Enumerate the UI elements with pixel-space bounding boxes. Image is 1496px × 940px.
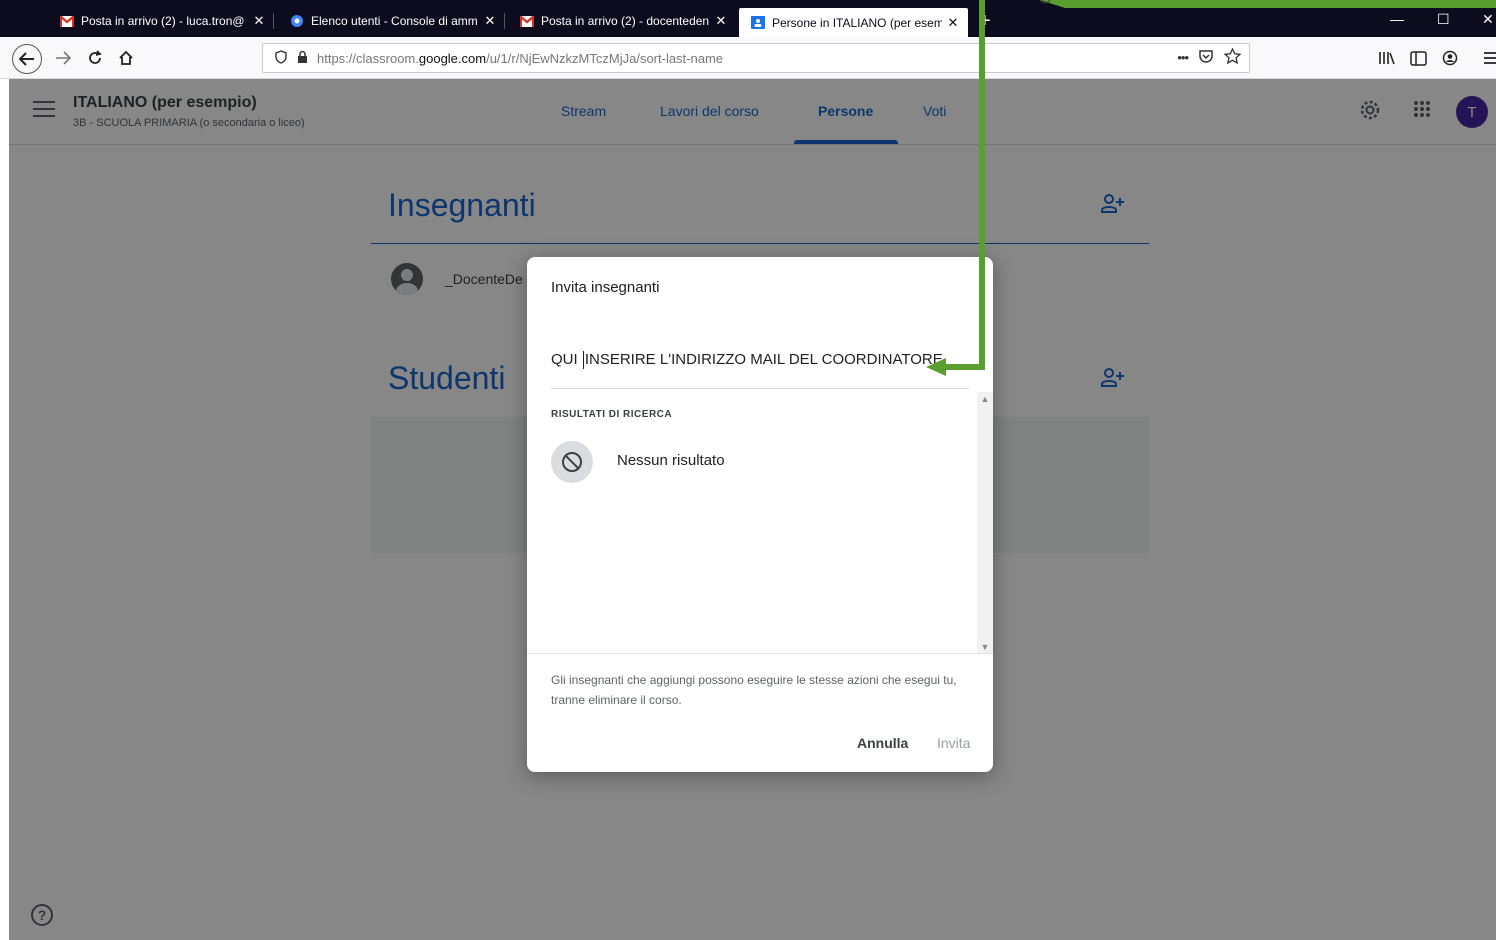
- no-result-icon: [551, 441, 593, 483]
- minimize-icon[interactable]: —: [1390, 8, 1404, 30]
- browser-tab-classroom-active[interactable]: Persone in ITALIANO (per esem ✕: [739, 8, 968, 37]
- results-scrollbar[interactable]: ▲ ▼: [977, 392, 993, 654]
- cancel-button[interactable]: Annulla: [857, 735, 908, 751]
- arrow-left-icon: [19, 52, 34, 66]
- email-search-input[interactable]: QUI INSERIRE L'INDIRIZZO MAIL DEL COORDI…: [551, 337, 969, 389]
- maximize-icon[interactable]: ☐: [1437, 8, 1450, 30]
- scroll-up-icon[interactable]: ▲: [977, 392, 993, 406]
- browser-tab-bar: Posta in arrivo (2) - luca.tron@ ✕ Elenc…: [0, 0, 1496, 37]
- close-icon[interactable]: ✕: [946, 15, 960, 31]
- dialog-divider: [527, 653, 993, 654]
- invite-teachers-dialog: Invita insegnanti QUI INSERIRE L'INDIRIZ…: [527, 257, 993, 772]
- menu-icon[interactable]: [1478, 45, 1496, 71]
- invite-button[interactable]: Invita: [937, 735, 970, 751]
- browser-tab-gmail-1[interactable]: Posta in arrivo (2) - luca.tron@ ✕: [48, 8, 274, 34]
- home-button[interactable]: [113, 45, 139, 71]
- reload-button[interactable]: [82, 45, 108, 71]
- browser-tab-gmail-2[interactable]: Posta in arrivo (2) - docenteden ✕: [508, 8, 736, 34]
- screen: Posta in arrivo (2) - luca.tron@ ✕ Elenc…: [0, 0, 1496, 940]
- search-results-label: RISULTATI DI RICERCA: [551, 409, 673, 420]
- lock-icon[interactable]: [293, 50, 311, 66]
- shield-icon[interactable]: [269, 49, 293, 67]
- sidebar-icon[interactable]: [1405, 45, 1431, 71]
- account-icon[interactable]: [1437, 45, 1463, 71]
- close-icon[interactable]: ✕: [483, 13, 497, 29]
- classroom-icon: [751, 16, 765, 30]
- close-icon[interactable]: ✕: [714, 13, 728, 29]
- page-actions-icon[interactable]: •••: [1177, 48, 1189, 68]
- back-button[interactable]: [12, 44, 42, 74]
- url-text: https://classroom.google.com/u/1/r/NjEwN…: [317, 50, 724, 66]
- dialog-title: Invita insegnanti: [551, 279, 660, 296]
- dialog-note: Gli insegnanti che aggiungi possono eseg…: [551, 673, 957, 707]
- gmail-icon: [60, 14, 74, 28]
- admin-console-icon: [290, 14, 304, 28]
- reload-icon: [89, 50, 102, 64]
- forward-button[interactable]: [50, 45, 76, 71]
- address-bar[interactable]: https://classroom.google.com/u/1/r/NjEwN…: [262, 43, 1250, 73]
- scroll-down-icon[interactable]: ▼: [977, 640, 993, 654]
- browser-toolbar: https://classroom.google.com/u/1/r/NjEwN…: [0, 37, 1496, 79]
- arrow-right-icon: [56, 51, 71, 65]
- gmail-icon: [520, 14, 534, 28]
- close-icon[interactable]: ✕: [252, 13, 266, 29]
- browser-tab-admin[interactable]: Elenco utenti - Console di amm ✕: [278, 8, 505, 34]
- window-close-icon[interactable]: ✕: [1482, 8, 1494, 30]
- library-icon[interactable]: [1374, 45, 1400, 71]
- star-icon[interactable]: [1223, 47, 1242, 68]
- new-tab-button[interactable]: +: [979, 8, 991, 34]
- pocket-icon[interactable]: [1198, 48, 1214, 68]
- text-caret: [582, 350, 584, 369]
- home-icon: [119, 50, 133, 65]
- no-result-text: Nessun risultato: [617, 452, 725, 469]
